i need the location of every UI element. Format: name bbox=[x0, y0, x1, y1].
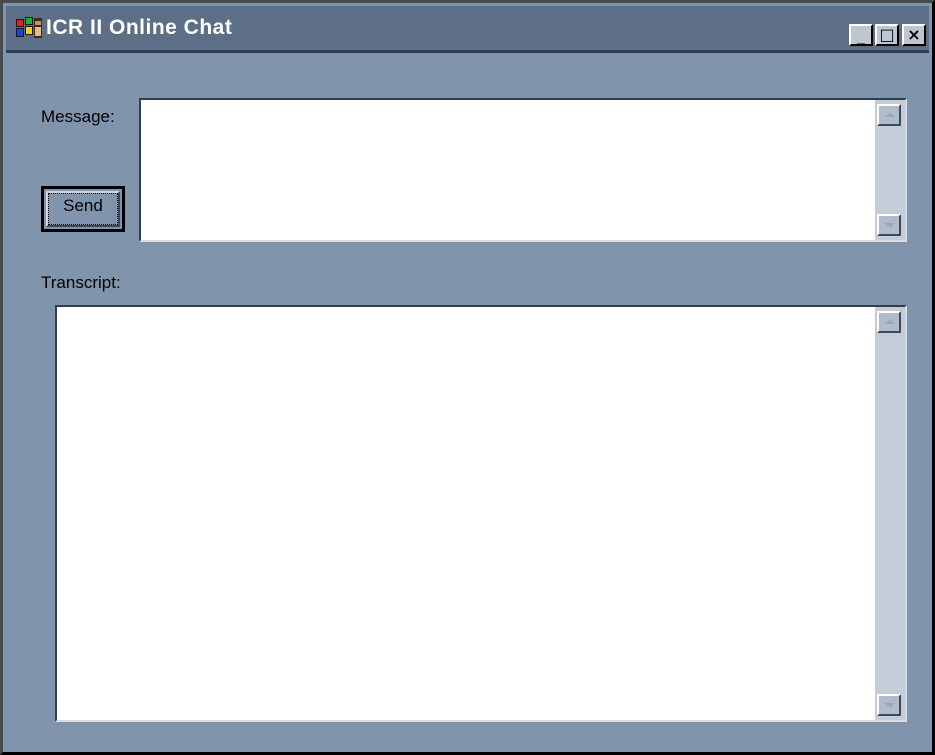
minimize-button[interactable]: _ bbox=[849, 24, 873, 46]
arrow-down-icon bbox=[885, 223, 895, 228]
arrow-down-icon bbox=[885, 703, 895, 708]
send-button[interactable]: Send bbox=[41, 186, 125, 232]
title-bar[interactable]: ICR II Online Chat _ □ × bbox=[6, 6, 929, 53]
message-field[interactable] bbox=[139, 98, 907, 242]
window-title: ICR II Online Chat bbox=[46, 16, 233, 39]
transcript-output[interactable] bbox=[57, 307, 875, 720]
scroll-down-button[interactable] bbox=[877, 694, 901, 716]
scroll-up-button[interactable] bbox=[877, 311, 901, 333]
transcript-label: Transcript: bbox=[41, 273, 121, 292]
send-button-label: Send bbox=[48, 193, 118, 225]
arrow-up-icon bbox=[885, 319, 895, 324]
message-scrollbar[interactable] bbox=[875, 100, 905, 240]
transcript-scrollbar[interactable] bbox=[875, 307, 905, 720]
message-label: Message: bbox=[41, 107, 115, 126]
message-input[interactable] bbox=[141, 100, 875, 240]
scroll-up-button[interactable] bbox=[877, 104, 901, 126]
scroll-down-button[interactable] bbox=[877, 214, 901, 236]
transcript-field[interactable] bbox=[55, 305, 907, 722]
chat-window: ICR II Online Chat _ □ × Message: Send T… bbox=[0, 0, 935, 755]
maximize-button[interactable]: □ bbox=[875, 24, 899, 46]
windows-flag-icon bbox=[14, 15, 44, 41]
close-button[interactable]: × bbox=[902, 24, 926, 46]
arrow-up-icon bbox=[885, 112, 895, 117]
